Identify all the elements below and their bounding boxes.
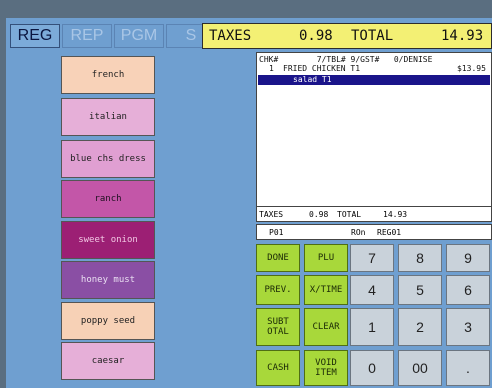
status-line: P01 ROn REG01 [256, 224, 492, 240]
key-0[interactable]: 0 [350, 350, 394, 386]
x-time-button[interactable]: X/TIME [304, 275, 348, 305]
key-3[interactable]: 3 [446, 308, 490, 346]
cash-button[interactable]: CASH [256, 350, 300, 386]
taxes-value: 0.98 [299, 28, 333, 44]
modifier-italian-button[interactable]: italian [61, 98, 155, 136]
key-decimal[interactable]: . [446, 350, 490, 386]
modifier-caesar-button[interactable]: caesar [61, 342, 155, 380]
receipt-item-name: FRIED CHICKEN T1 [283, 64, 361, 73]
key-00[interactable]: 00 [398, 350, 442, 386]
tab-rep[interactable]: REP [62, 24, 112, 48]
pos-screen: REG REP PGM S TAXES 0.98 TOTAL 14.93 CHK… [6, 18, 492, 388]
total-value: 14.93 [441, 28, 484, 44]
status-register: REG01 [377, 228, 402, 237]
subtotal-button[interactable]: SUBT OTAL [256, 308, 300, 346]
receipt-selected-line[interactable]: salad T1 [258, 75, 490, 85]
receipt-totals-line: TAXES 0.98 TOTAL 14.93 [256, 206, 492, 222]
done-button[interactable]: DONE [256, 244, 300, 272]
key-5[interactable]: 5 [398, 275, 442, 305]
modifier-poppy-seed-button[interactable]: poppy seed [61, 302, 155, 340]
totals-taxes-label: TAXES [259, 210, 284, 219]
prev-button[interactable]: PREV. [256, 275, 300, 305]
key-4[interactable]: 4 [350, 275, 394, 305]
modifier-blue-chs-dress-button[interactable]: blue chs dress [61, 140, 155, 178]
tab-pgm[interactable]: PGM [114, 24, 164, 48]
key-6[interactable]: 6 [446, 275, 490, 305]
key-9[interactable]: 9 [446, 244, 490, 272]
mode-tabs: REG REP PGM S [10, 24, 218, 48]
tab-reg[interactable]: REG [10, 24, 60, 48]
modifier-honey-must-button[interactable]: honey must [61, 261, 155, 299]
totals-bar: TAXES 0.98 TOTAL 14.93 [202, 23, 492, 49]
void-item-button[interactable]: VOID ITEM [304, 350, 348, 386]
totals-taxes-value: 0.98 [309, 210, 329, 219]
modifier-french-button[interactable]: french [61, 56, 155, 94]
key-2[interactable]: 2 [398, 308, 442, 346]
totals-total-value: 14.93 [383, 210, 408, 219]
status-ron: ROn [351, 228, 366, 237]
key-7[interactable]: 7 [350, 244, 394, 272]
selected-line-text: salad T1 [293, 75, 332, 84]
modifier-sweet-onion-button[interactable]: sweet onion [61, 221, 155, 259]
key-8[interactable]: 8 [398, 244, 442, 272]
receipt-item-qty: 1 [269, 64, 274, 73]
totals-total-label: TOTAL [337, 210, 362, 219]
receipt-panel[interactable]: CHK# 7/TBL# 9/GST# 0/DENISE 1 FRIED CHIC… [256, 52, 492, 222]
status-code: P01 [269, 228, 284, 237]
taxes-label: TAXES [209, 28, 252, 44]
total-label: TOTAL [351, 28, 394, 44]
receipt-item-price: $13.95 [457, 64, 486, 73]
receipt-header: CHK# 7/TBL# 9/GST# 0/DENISE [259, 55, 433, 64]
clear-button[interactable]: CLEAR [304, 308, 348, 346]
key-1[interactable]: 1 [350, 308, 394, 346]
modifier-ranch-button[interactable]: ranch [61, 180, 155, 218]
plu-button[interactable]: PLU [304, 244, 348, 272]
